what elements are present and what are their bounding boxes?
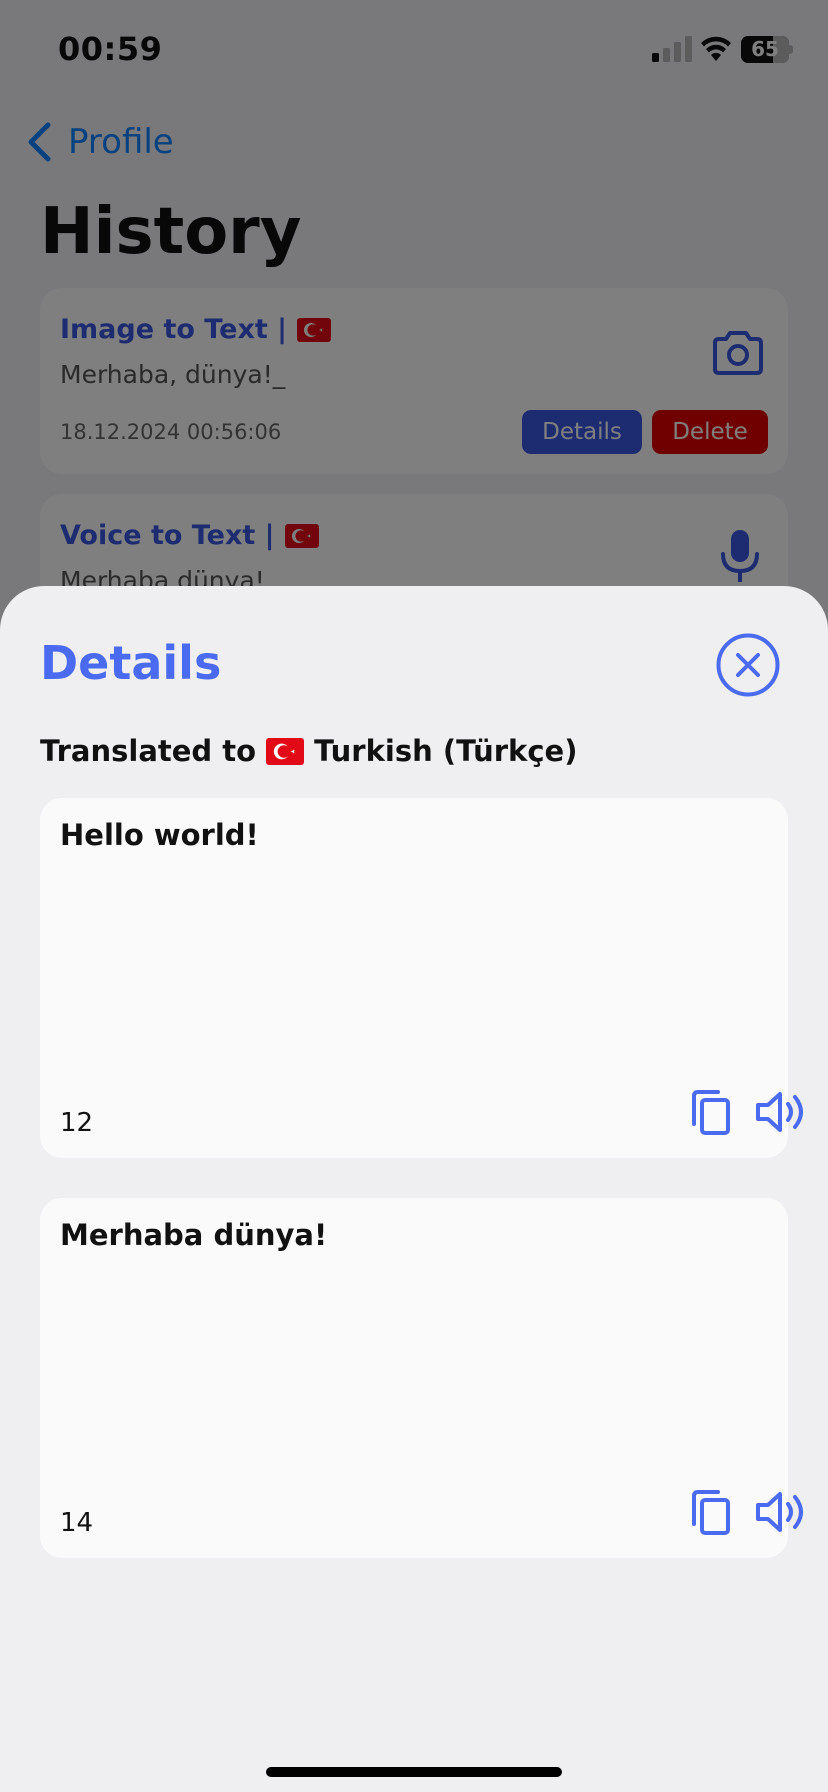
speaker-icon[interactable] (754, 1090, 810, 1134)
translated-to-label: Translated to Turkish (Türkçe) (40, 734, 578, 768)
translated-text-box: Merhaba dünya! 14 (40, 1198, 803, 1558)
language-name: Turkish (Türkçe) (314, 734, 578, 768)
speaker-icon[interactable] (754, 1490, 810, 1534)
copy-icon[interactable] (688, 1488, 732, 1536)
character-count: 12 (60, 1108, 94, 1138)
turkey-flag-icon (266, 737, 305, 765)
character-count: 14 (60, 1508, 94, 1538)
source-text: Hello world! (60, 818, 259, 852)
details-sheet: Details Translated to Turkish (Türkçe) H… (0, 586, 828, 1792)
copy-icon[interactable] (688, 1088, 732, 1136)
close-icon[interactable] (716, 633, 780, 697)
translated-text: Merhaba dünya! (60, 1218, 328, 1252)
source-text-box: Hello world! 12 (40, 798, 803, 1158)
home-indicator[interactable] (266, 1767, 562, 1777)
sheet-title: Details (40, 636, 222, 690)
